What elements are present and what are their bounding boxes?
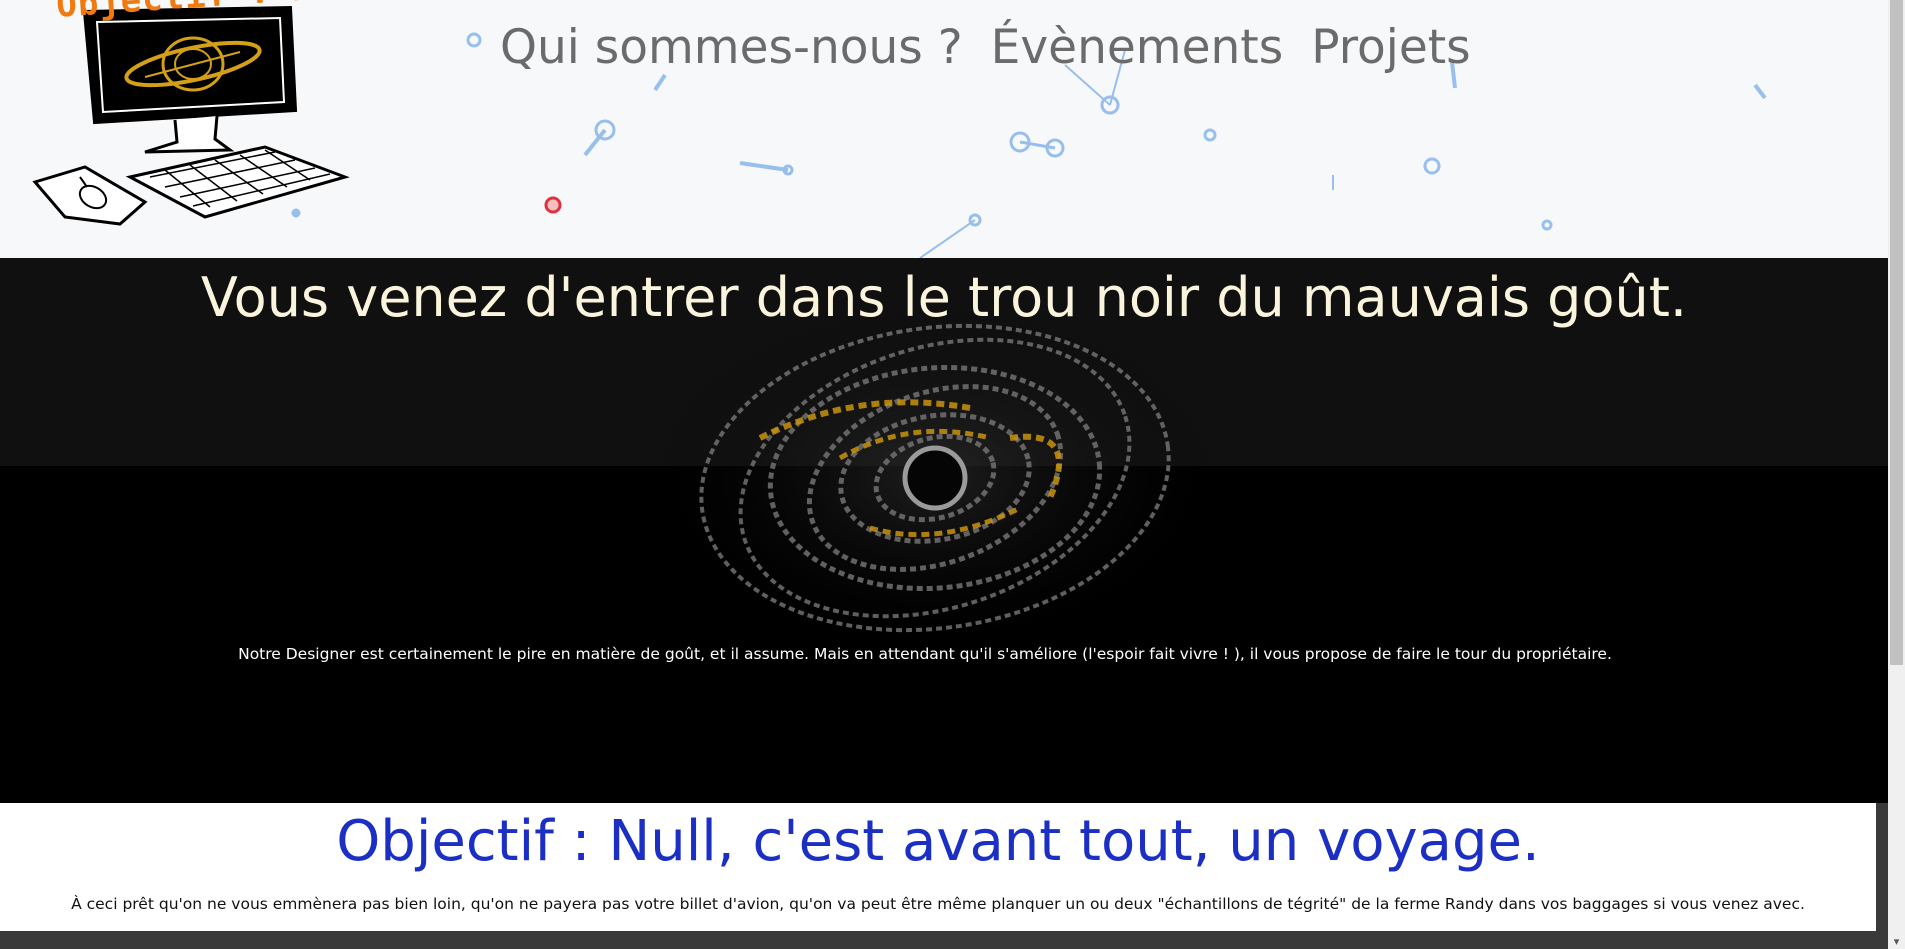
nav-link-evenements[interactable]: Évènements: [991, 20, 1284, 75]
hero-description: Notre Designer est certainement le pire …: [238, 645, 1612, 663]
intro-title: Objectif : Null, c'est avant tout, un vo…: [336, 809, 1540, 874]
scroll-down-arrow-icon[interactable]: ▾: [1891, 936, 1902, 947]
site-header: Objectif : NULL Qui sommes-nous ? Évènem…: [0, 0, 1888, 258]
nav-link-qui-sommes-nous[interactable]: Qui sommes-nous ?: [500, 20, 963, 75]
computer-logo-icon: [32, 5, 350, 226]
intro-section: Objectif : Null, c'est avant tout, un vo…: [0, 803, 1876, 931]
page-scrollbar[interactable]: ▾: [1888, 0, 1905, 949]
nav-link-projets[interactable]: Projets: [1311, 20, 1470, 75]
intro-description: À ceci prêt qu'on ne vous emmènera pas b…: [71, 895, 1805, 913]
scrollbar-thumb[interactable]: [1890, 0, 1903, 665]
site-logo[interactable]: Objectif : NULL: [25, 0, 379, 242]
main-nav: Qui sommes-nous ? Évènements Projets: [500, 20, 1471, 75]
hero-title: Vous venez d'entrer dans le trou noir du…: [200, 266, 1688, 329]
hero-section: Vous venez d'entrer dans le trou noir du…: [0, 258, 1888, 803]
black-hole-galaxy-icon: [635, 298, 1235, 658]
